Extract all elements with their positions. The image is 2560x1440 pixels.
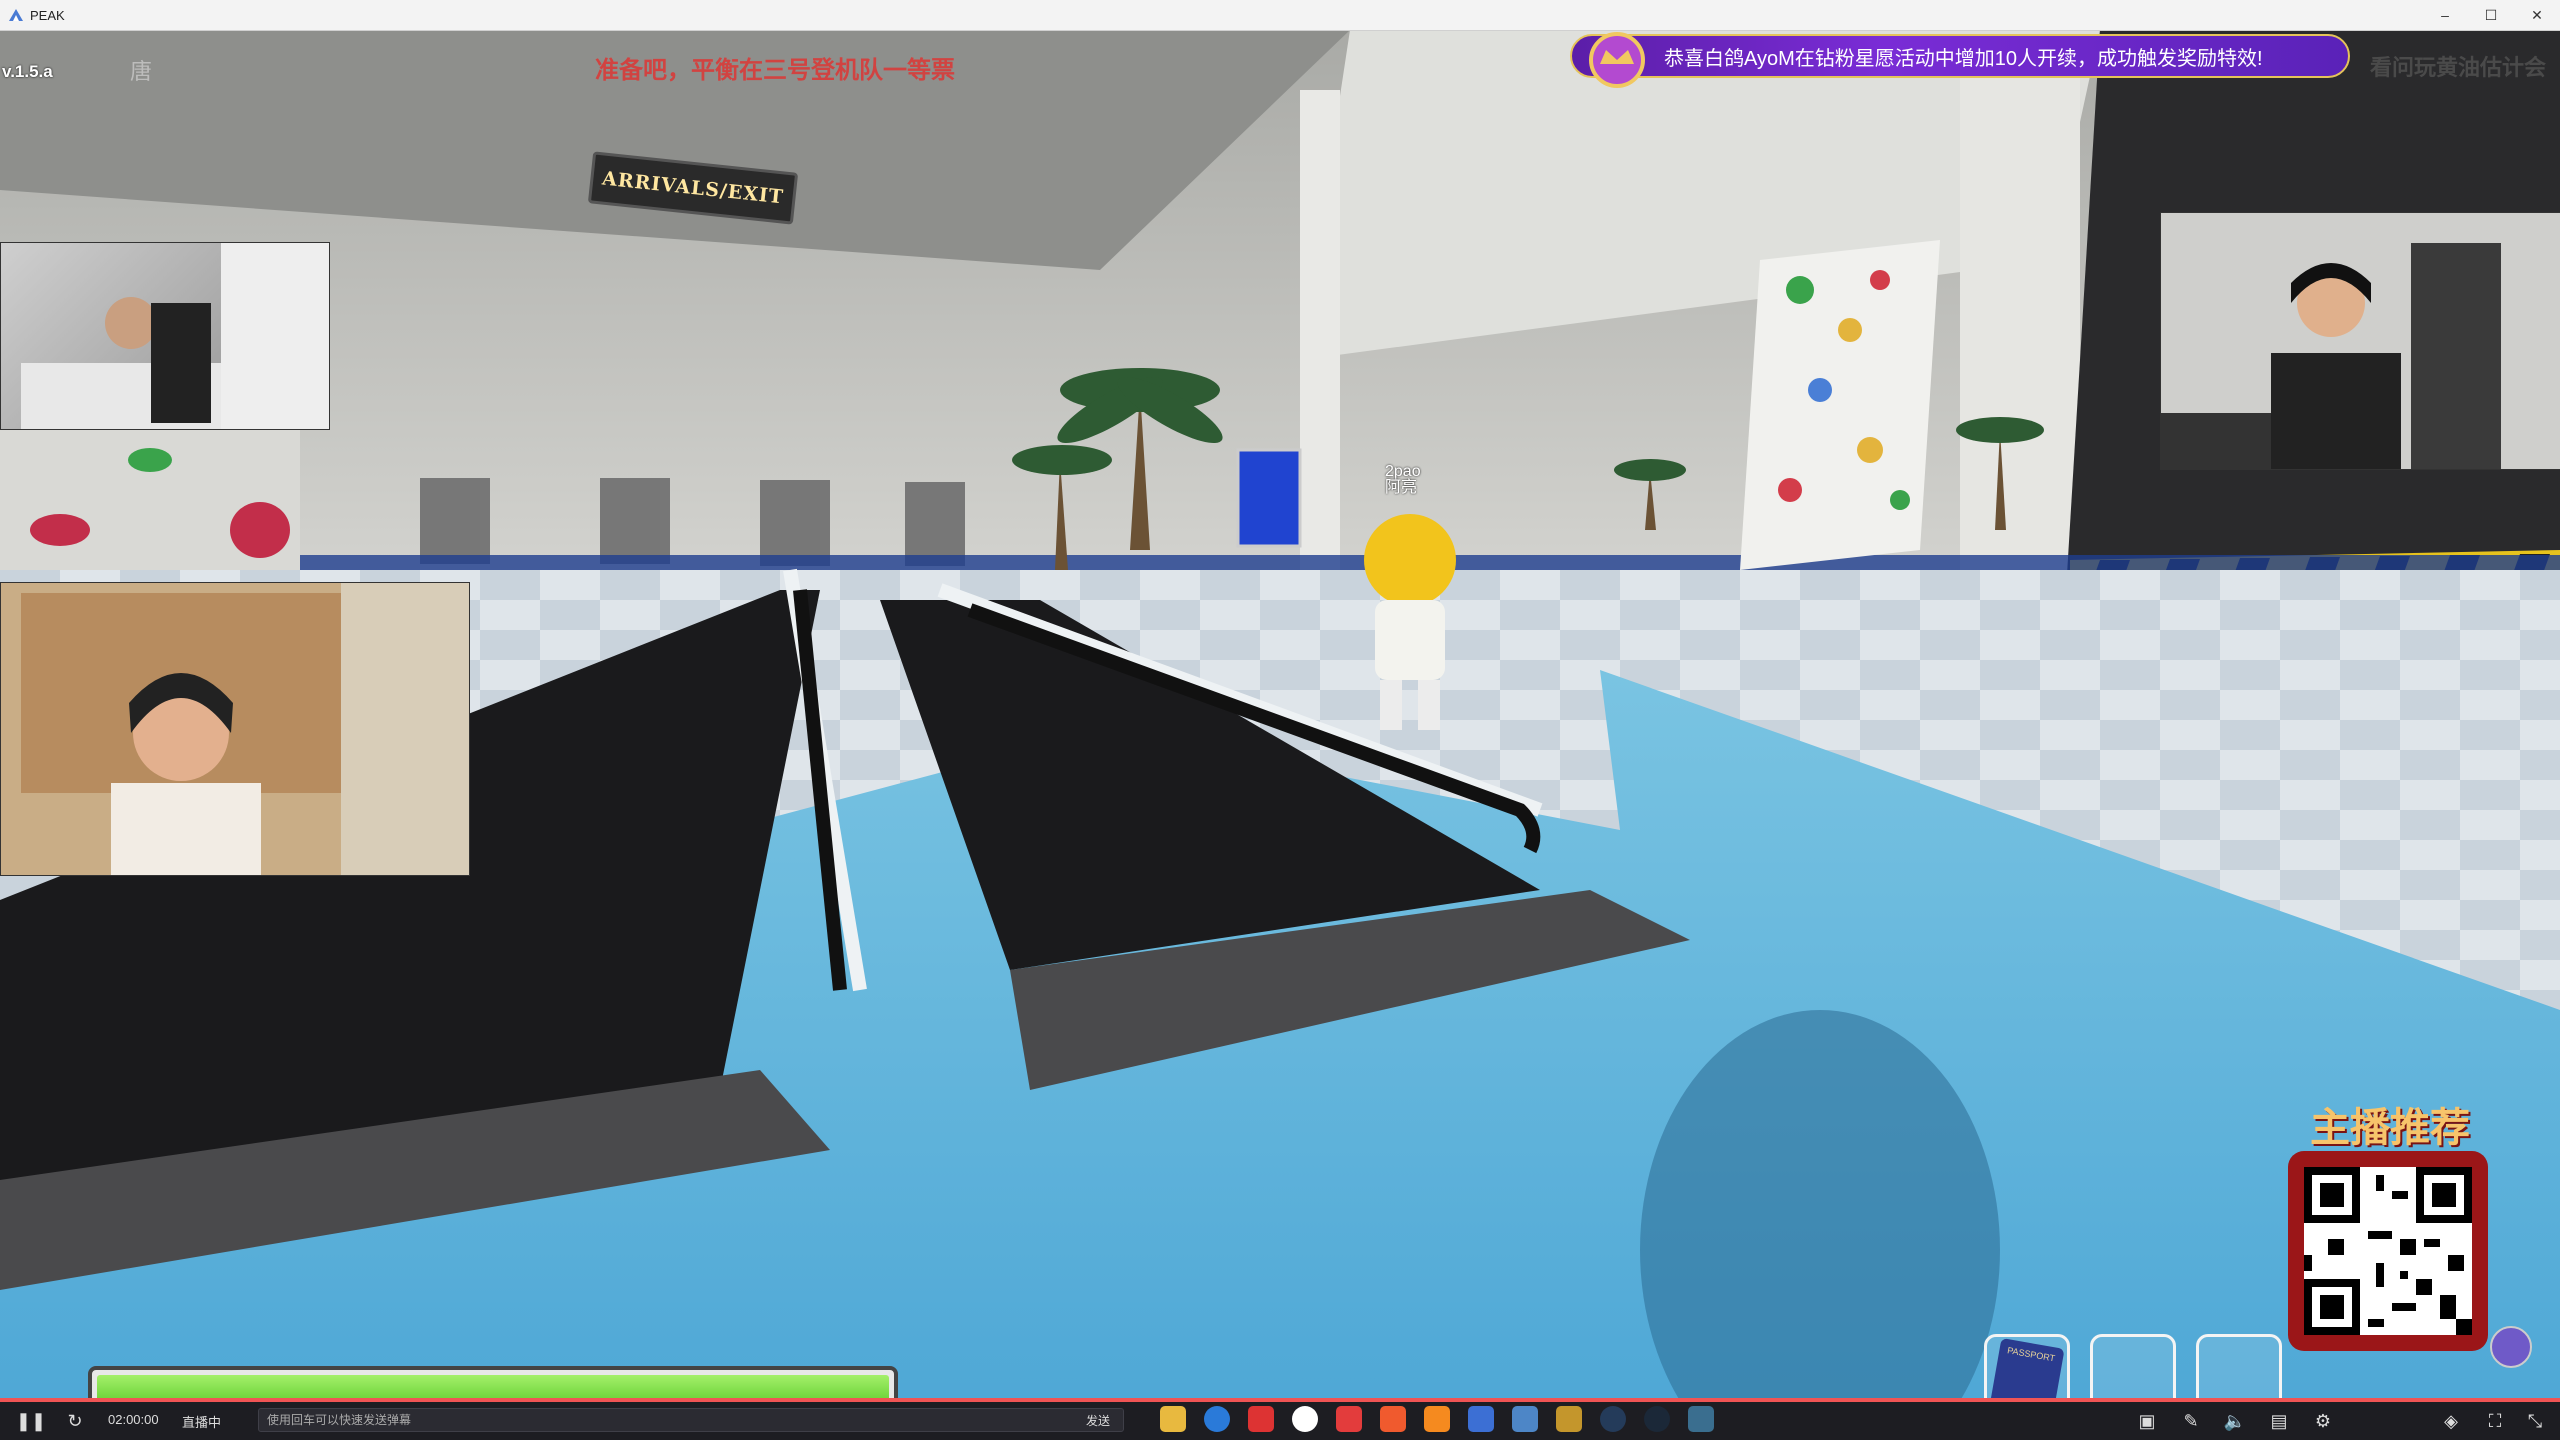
- game-version: v.1.5.a: [2, 62, 53, 81]
- streamer-promo[interactable]: 主播推荐: [2270, 1095, 2510, 1365]
- webcam-feed-3: [2160, 212, 2560, 470]
- gift-notification-banner: 恭喜白鸽AyoM在钻粉星愿活动中增加10人开续，成功触发奖励特效!: [1570, 34, 2350, 78]
- promo-title: 主播推荐: [2310, 1104, 2470, 1151]
- player-control-bar: ❚❚ ↻ 02:00:00 直播中 使用回车可以快速发送弹幕 发送 ▣ ✎ 🔈 …: [0, 1398, 2560, 1440]
- banner-text: 恭喜白鸽AyoM在钻粉星愿活动中增加10人开续，成功触发奖励特效!: [1664, 47, 2263, 70]
- edit-icon[interactable]: ✎: [2180, 1410, 2202, 1432]
- exit-fullscreen-icon[interactable]: ⤡: [2524, 1410, 2546, 1432]
- folder-app-icon[interactable]: [1160, 1406, 1186, 1432]
- app-icon-10[interactable]: [1556, 1406, 1582, 1432]
- chrome-app-icon[interactable]: [1292, 1406, 1318, 1432]
- fullscreen-icon[interactable]: ⛶: [2484, 1410, 2506, 1432]
- settings-icon[interactable]: ⚙: [2312, 1410, 2334, 1432]
- qr-code-icon: [2304, 1167, 2472, 1335]
- passport-icon: PASSPORT: [1989, 1337, 2065, 1398]
- stream-overlay-topleft: 唐: [130, 59, 153, 84]
- wps-app-icon[interactable]: [1248, 1406, 1274, 1432]
- network-icon[interactable]: ◈: [2440, 1410, 2462, 1432]
- minimize-button[interactable]: –: [2422, 0, 2468, 30]
- volume-icon[interactable]: 🔈: [2224, 1410, 2246, 1432]
- netease-app-icon[interactable]: [1336, 1406, 1362, 1432]
- peak-game-icon[interactable]: [1688, 1406, 1714, 1432]
- app-icon-7[interactable]: [1424, 1406, 1450, 1432]
- window-title: PEAK: [30, 7, 65, 23]
- obs-app-icon[interactable]: [1600, 1406, 1626, 1432]
- window-title-bar: PEAK – ☐ ✕: [0, 0, 2560, 31]
- app-icon-6[interactable]: [1380, 1406, 1406, 1432]
- game-viewport[interactable]: v.1.5.a 唐 准备吧，平衡在三号登机队一等票 看问玩黄油估计会 恭喜白鸽A…: [0, 30, 2560, 1398]
- edge-browser-icon[interactable]: [1204, 1406, 1230, 1432]
- app-icon-9[interactable]: [1512, 1406, 1538, 1432]
- playback-progress-fill: [0, 1398, 2560, 1402]
- floating-assist-button[interactable]: [2490, 1326, 2532, 1368]
- playback-progress[interactable]: [0, 1398, 2560, 1402]
- send-button[interactable]: 发送: [1086, 1412, 1110, 1429]
- stream-overlay-topright: 看问玩黄油估计会: [2370, 55, 2547, 80]
- live-status: 直播中: [182, 1415, 222, 1430]
- stream-time: 02:00:00: [108, 1412, 159, 1427]
- steam-app-icon[interactable]: [1644, 1406, 1670, 1432]
- pause-icon[interactable]: ❚❚: [16, 1410, 46, 1432]
- crown-badge-icon: [1572, 30, 1662, 90]
- screenshot-icon[interactable]: ▣: [2136, 1410, 2158, 1432]
- danmaku-input[interactable]: 使用回车可以快速发送弹幕: [258, 1408, 1124, 1432]
- webcam-feed-1: [0, 242, 330, 430]
- refresh-icon[interactable]: ↻: [64, 1410, 86, 1432]
- close-button[interactable]: ✕: [2514, 0, 2560, 30]
- inventory-slot-1[interactable]: PASSPORT: [1984, 1334, 2070, 1398]
- stream-overlay-scroll-text: 准备吧，平衡在三号登机队一等票: [595, 57, 955, 84]
- player-name-line2: 阿亮: [1385, 479, 1418, 496]
- maximize-button[interactable]: ☐: [2468, 0, 2514, 30]
- player-name-line1: 2pao: [1385, 463, 1421, 480]
- app-icon-8[interactable]: [1468, 1406, 1494, 1432]
- stamina-bar: [88, 1366, 898, 1398]
- inventory-slot-2[interactable]: [2090, 1334, 2176, 1398]
- webcam-feed-2: [0, 582, 470, 876]
- stamina-bar-fill: [97, 1375, 889, 1398]
- app-icon: [8, 7, 24, 23]
- player-nametag: 2pao 阿亮: [1385, 464, 1421, 496]
- danmaku-toggle-icon[interactable]: ▤: [2268, 1410, 2290, 1432]
